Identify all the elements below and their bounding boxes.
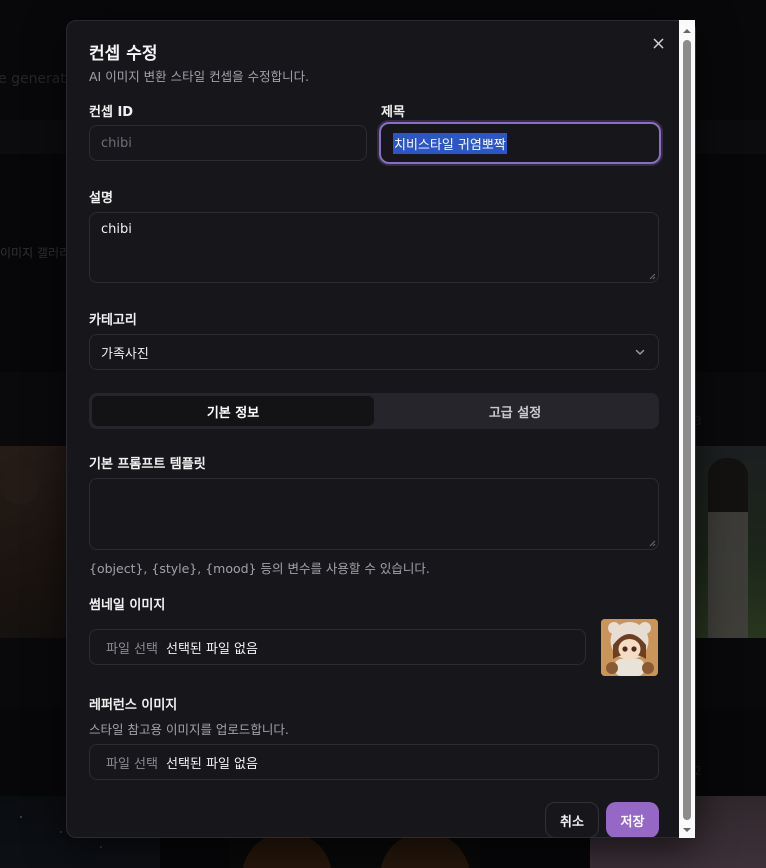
description-label: 설명	[89, 191, 113, 206]
scroll-up-arrow-icon[interactable]	[682, 26, 692, 36]
thumbnail-preview-image	[601, 619, 658, 676]
modal-scrollbar[interactable]	[679, 20, 695, 838]
prompt-template-textarea[interactable]	[89, 478, 659, 550]
cancel-button[interactable]: 취소	[545, 802, 599, 837]
save-button[interactable]: 저장	[606, 802, 659, 837]
title-label: 제목	[381, 105, 405, 120]
close-button[interactable]	[649, 34, 667, 52]
category-value: 가족사진	[101, 346, 149, 362]
tab-basic-info[interactable]: 기본 정보	[92, 396, 374, 426]
reference-choose-file-button[interactable]: 파일 선택	[106, 753, 158, 772]
reference-image-helper: 스타일 참고용 이미지를 업로드합니다.	[89, 722, 289, 737]
prompt-template-label: 기본 프롬프트 템플릿	[89, 457, 206, 472]
reference-file-input[interactable]: 파일 선택 선택된 파일 없음	[89, 744, 659, 780]
reference-file-status: 선택된 파일 없음	[165, 756, 258, 772]
close-icon	[653, 34, 664, 53]
reference-image-label: 레퍼런스 이미지	[89, 698, 178, 713]
tab-advanced-settings[interactable]: 고급 설정	[374, 396, 656, 426]
thumbnail-label: 썸네일 이미지	[89, 598, 166, 613]
chevron-down-icon	[634, 346, 646, 358]
category-select[interactable]: 가족사진	[89, 334, 659, 370]
resize-handle-icon[interactable]	[648, 539, 656, 547]
dialog-description: AI 이미지 변환 스타일 컨셉을 수정합니다.	[89, 69, 310, 84]
settings-tabs: 기본 정보 고급 설정	[89, 393, 659, 429]
concept-id-label: 컨셉 ID	[89, 105, 134, 120]
edit-concept-dialog: 컨셉 수정 AI 이미지 변환 스타일 컨셉을 수정합니다. 컨셉 ID chi…	[66, 20, 696, 838]
concept-id-value: chibi	[101, 135, 132, 151]
dialog-title: 컨셉 수정	[89, 44, 158, 64]
concept-id-input: chibi	[89, 125, 367, 161]
thumbnail-file-input[interactable]: 파일 선택 선택된 파일 없음	[89, 629, 586, 665]
title-input[interactable]: 치비스타일 귀염뽀짝	[379, 122, 661, 164]
category-label: 카테고리	[89, 313, 137, 328]
title-value: 치비스타일 귀염뽀짝	[393, 132, 507, 154]
thumbnail-choose-file-button[interactable]: 파일 선택	[106, 638, 158, 657]
prompt-template-helper: {object}, {style}, {mood} 등의 변수를 사용할 수 있…	[89, 561, 430, 576]
scroll-down-arrow-icon[interactable]	[682, 825, 692, 835]
thumbnail-file-status: 선택된 파일 없음	[165, 641, 258, 657]
resize-handle-icon[interactable]	[648, 272, 656, 280]
description-textarea[interactable]: chibi	[89, 212, 659, 283]
description-value: chibi	[101, 222, 132, 237]
scrollbar-thumb[interactable]	[683, 40, 691, 820]
